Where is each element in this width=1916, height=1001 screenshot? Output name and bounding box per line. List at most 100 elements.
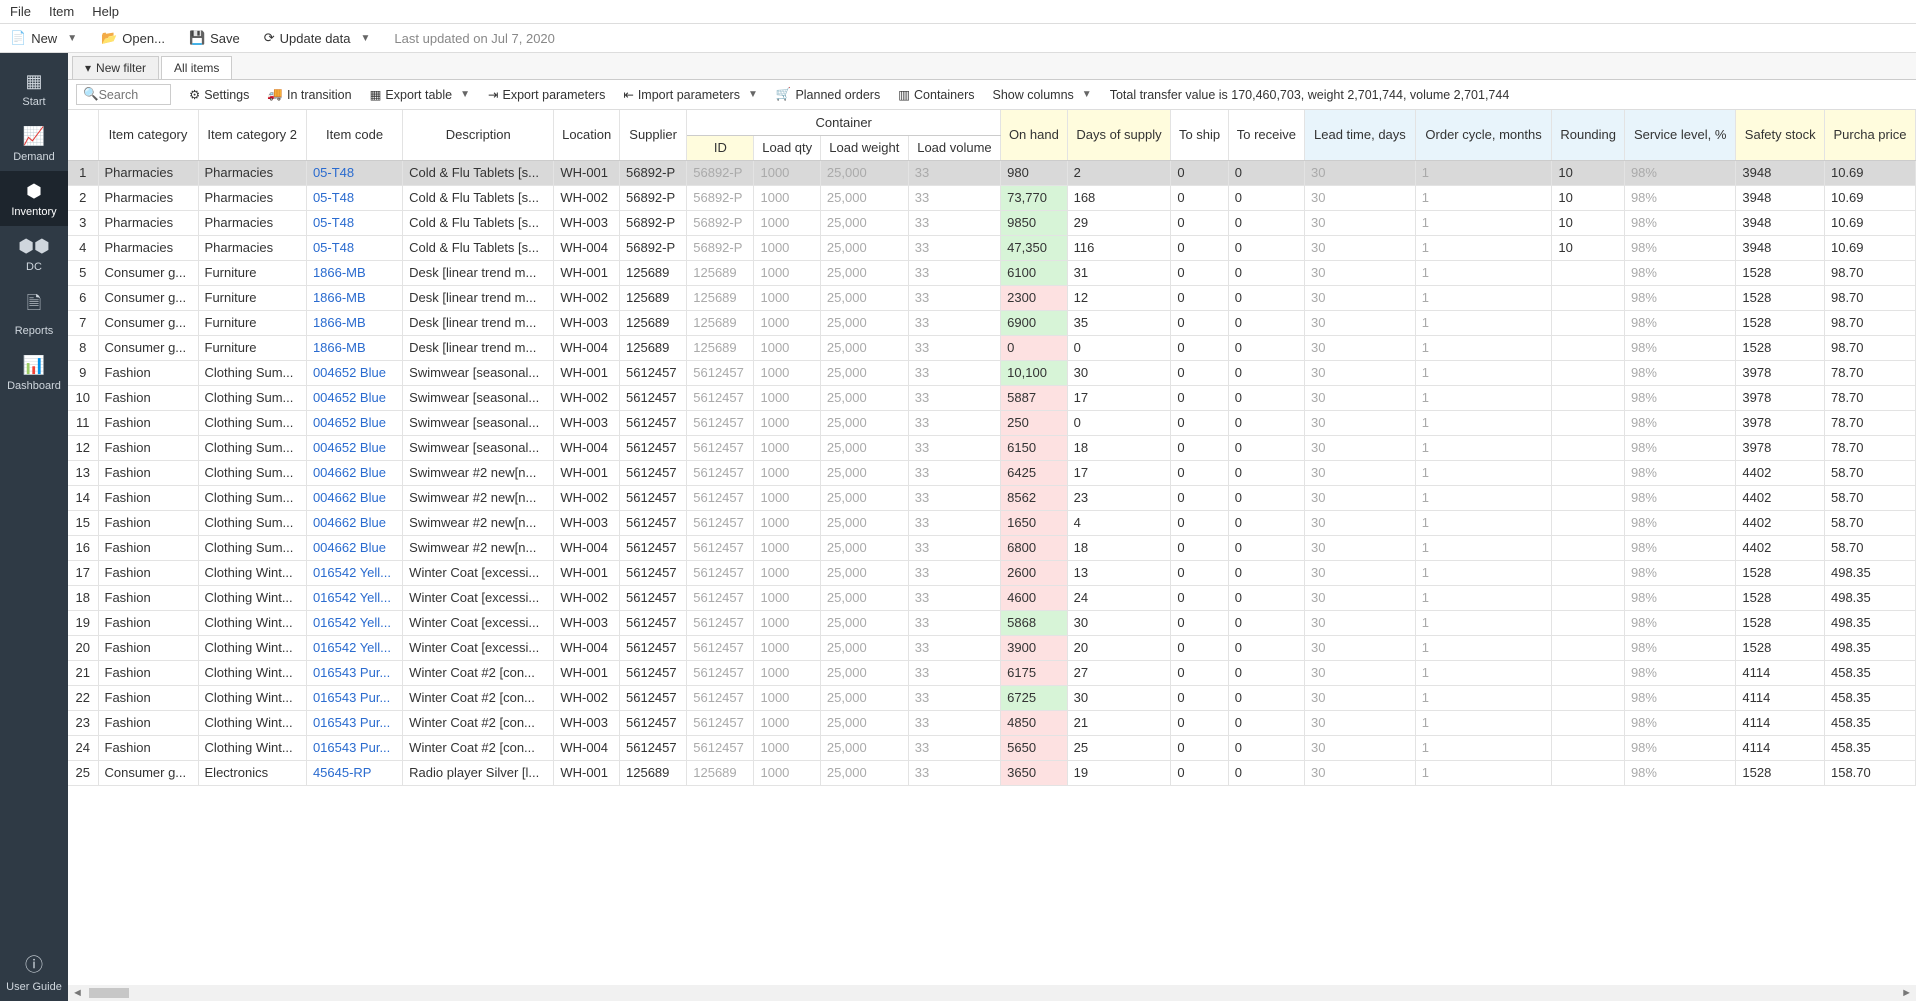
table-row[interactable]: 9FashionClothing Sum...004652 BlueSwimwe… (68, 360, 1916, 385)
cell-load-qty[interactable]: 1000 (754, 160, 820, 185)
cell-description[interactable]: Winter Coat #2 [con... (403, 685, 554, 710)
cell-load-weight[interactable]: 25,000 (820, 210, 908, 235)
cell-lead-time[interactable]: 30 (1305, 435, 1416, 460)
cell-supplier[interactable]: 5612457 (620, 460, 687, 485)
cell-lead-time[interactable]: 30 (1305, 410, 1416, 435)
col-load-qty[interactable]: Load qty (754, 135, 820, 160)
row-number[interactable]: 24 (68, 735, 98, 760)
cell-safety-stock[interactable]: 4402 (1736, 460, 1825, 485)
cell-supplier[interactable]: 125689 (620, 260, 687, 285)
cell-description[interactable]: Swimwear [seasonal... (403, 435, 554, 460)
row-number[interactable]: 13 (68, 460, 98, 485)
cell-service-level[interactable]: 98% (1624, 710, 1735, 735)
col-location[interactable]: Location (554, 110, 620, 160)
cell-load-qty[interactable]: 1000 (754, 335, 820, 360)
cell-description[interactable]: Winter Coat [excessi... (403, 585, 554, 610)
cell-location[interactable]: WH-004 (554, 735, 620, 760)
row-number[interactable]: 11 (68, 410, 98, 435)
cell-container-id[interactable]: 56892-P (687, 210, 754, 235)
cell-rounding[interactable] (1552, 510, 1625, 535)
col-on-hand[interactable]: On hand (1001, 110, 1067, 160)
cell-supplier[interactable]: 5612457 (620, 410, 687, 435)
cell-item-category2[interactable]: Pharmacies (198, 210, 306, 235)
cell-days-supply[interactable]: 21 (1067, 710, 1171, 735)
cell-load-weight[interactable]: 25,000 (820, 685, 908, 710)
cell-supplier[interactable]: 5612457 (620, 560, 687, 585)
update-dropdown-icon[interactable]: ▼ (361, 33, 371, 44)
cell-purchase-price[interactable]: 78.70 (1824, 435, 1915, 460)
cell-item-code[interactable]: 016543 Pur... (306, 710, 402, 735)
cell-item-code[interactable]: 016543 Pur... (306, 685, 402, 710)
cell-load-qty[interactable]: 1000 (754, 185, 820, 210)
cell-item-category2[interactable]: Clothing Wint... (198, 710, 306, 735)
cell-days-supply[interactable]: 35 (1067, 310, 1171, 335)
cell-lead-time[interactable]: 30 (1305, 160, 1416, 185)
cell-load-weight[interactable]: 25,000 (820, 385, 908, 410)
table-row[interactable]: 15FashionClothing Sum...004662 BlueSwimw… (68, 510, 1916, 535)
cell-days-supply[interactable]: 29 (1067, 210, 1171, 235)
cell-service-level[interactable]: 98% (1624, 335, 1735, 360)
cell-to-ship[interactable]: 0 (1171, 235, 1228, 260)
cell-container-id[interactable]: 5612457 (687, 385, 754, 410)
cell-to-ship[interactable]: 0 (1171, 635, 1228, 660)
cell-safety-stock[interactable]: 3948 (1736, 210, 1825, 235)
cell-item-code[interactable]: 004662 Blue (306, 460, 402, 485)
sidebar-item-userguide[interactable]: ⓘ User Guide (0, 941, 68, 1001)
cell-rounding[interactable] (1552, 410, 1625, 435)
cell-rounding[interactable]: 10 (1552, 235, 1625, 260)
cell-load-volume[interactable]: 33 (908, 310, 1000, 335)
cell-order-cycle[interactable]: 1 (1415, 160, 1552, 185)
cell-description[interactable]: Swimwear #2 new[n... (403, 510, 554, 535)
col-lead-time[interactable]: Lead time, days (1305, 110, 1416, 160)
cell-purchase-price[interactable]: 498.35 (1824, 610, 1915, 635)
cell-safety-stock[interactable]: 4402 (1736, 510, 1825, 535)
cell-item-category[interactable]: Fashion (98, 660, 198, 685)
cell-on-hand[interactable]: 73,770 (1001, 185, 1067, 210)
cell-order-cycle[interactable]: 1 (1415, 435, 1552, 460)
cell-to-receive[interactable]: 0 (1228, 335, 1304, 360)
cell-item-code[interactable]: 016542 Yell... (306, 635, 402, 660)
cell-location[interactable]: WH-001 (554, 160, 620, 185)
cell-on-hand[interactable]: 47,350 (1001, 235, 1067, 260)
cell-item-category[interactable]: Consumer g... (98, 335, 198, 360)
cell-to-ship[interactable]: 0 (1171, 510, 1228, 535)
cell-to-receive[interactable]: 0 (1228, 735, 1304, 760)
cell-item-category[interactable]: Pharmacies (98, 210, 198, 235)
cell-service-level[interactable]: 98% (1624, 585, 1735, 610)
cell-supplier[interactable]: 125689 (620, 310, 687, 335)
cell-on-hand[interactable]: 8562 (1001, 485, 1067, 510)
cell-rounding[interactable] (1552, 635, 1625, 660)
cell-description[interactable]: Winter Coat [excessi... (403, 610, 554, 635)
cell-to-receive[interactable]: 0 (1228, 560, 1304, 585)
cell-to-ship[interactable]: 0 (1171, 435, 1228, 460)
cell-rounding[interactable]: 10 (1552, 160, 1625, 185)
open-button[interactable]: 📂 Open... (101, 30, 165, 46)
cell-to-ship[interactable]: 0 (1171, 335, 1228, 360)
cell-to-ship[interactable]: 0 (1171, 210, 1228, 235)
cell-purchase-price[interactable]: 10.69 (1824, 185, 1915, 210)
cell-rounding[interactable] (1552, 485, 1625, 510)
cell-safety-stock[interactable]: 1528 (1736, 335, 1825, 360)
cell-purchase-price[interactable]: 458.35 (1824, 685, 1915, 710)
cell-load-weight[interactable]: 25,000 (820, 410, 908, 435)
cell-container-id[interactable]: 56892-P (687, 185, 754, 210)
cell-safety-stock[interactable]: 4114 (1736, 710, 1825, 735)
row-number[interactable]: 9 (68, 360, 98, 385)
cell-supplier[interactable]: 5612457 (620, 535, 687, 560)
cell-safety-stock[interactable]: 1528 (1736, 560, 1825, 585)
cell-purchase-price[interactable]: 158.70 (1824, 760, 1915, 785)
cell-item-category[interactable]: Fashion (98, 735, 198, 760)
cell-rounding[interactable] (1552, 285, 1625, 310)
cell-load-qty[interactable]: 1000 (754, 735, 820, 760)
cell-order-cycle[interactable]: 1 (1415, 335, 1552, 360)
row-number[interactable]: 16 (68, 535, 98, 560)
cell-load-qty[interactable]: 1000 (754, 435, 820, 460)
cell-load-volume[interactable]: 33 (908, 535, 1000, 560)
cell-load-weight[interactable]: 25,000 (820, 760, 908, 785)
row-number[interactable]: 14 (68, 485, 98, 510)
cell-rounding[interactable] (1552, 610, 1625, 635)
cell-safety-stock[interactable]: 4402 (1736, 485, 1825, 510)
cell-purchase-price[interactable]: 458.35 (1824, 710, 1915, 735)
cell-rounding[interactable] (1552, 685, 1625, 710)
cell-item-category2[interactable]: Clothing Sum... (198, 410, 306, 435)
